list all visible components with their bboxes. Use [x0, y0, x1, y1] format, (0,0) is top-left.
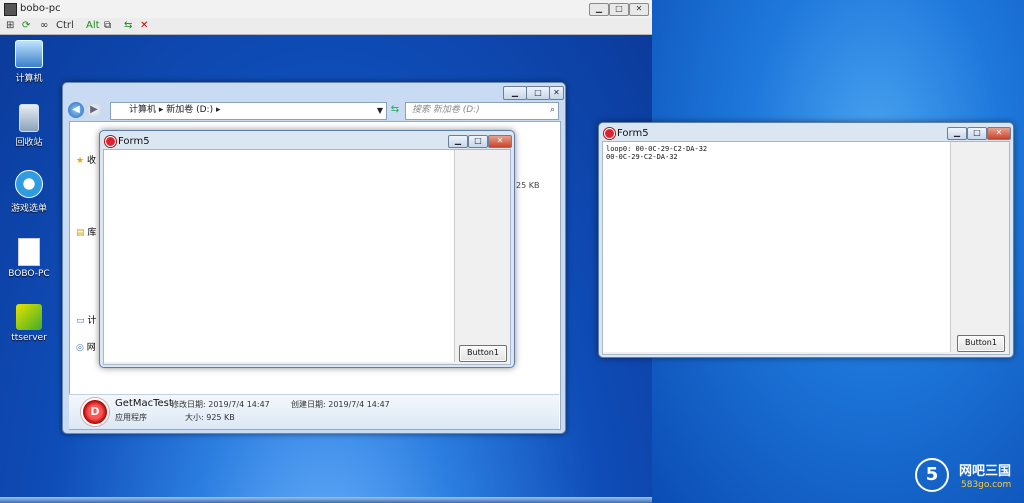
- address-dropdown-icon[interactable]: ▼: [377, 103, 383, 118]
- computer-icon: [15, 40, 43, 68]
- form-minimize-button[interactable]: ▁: [947, 127, 967, 140]
- desktop-icon-recycle-bin[interactable]: 回收站: [4, 104, 54, 148]
- disconnect-icon[interactable]: ✕: [140, 20, 148, 32]
- network-icon: ◎: [76, 343, 84, 353]
- fullscreen-icon[interactable]: ⊞: [6, 20, 14, 32]
- refresh-icon[interactable]: ⇆: [388, 102, 402, 118]
- recycle-bin-icon: [19, 104, 39, 132]
- desktop-icon-game-menu[interactable]: 游戏选单: [4, 170, 54, 214]
- address-bar[interactable]: 计算机 ▸ 新加卷 (D:) ▸ ▼: [110, 102, 387, 120]
- form5-window-remote: Form5 ▁ □ ✕ Button1: [99, 130, 515, 368]
- form-title: Form5: [617, 128, 649, 139]
- remote-toolbar: ⊞ ⟳ ∞ Ctrl Alt ⧉ ⇆ ✕: [0, 18, 652, 35]
- remote-window-title: bobo-pc: [20, 3, 61, 14]
- details-pane: D GetMacTest 修改日期: 2019/7/4 14:47 创建日期: …: [69, 394, 559, 429]
- explorer-maximize-button[interactable]: □: [526, 86, 550, 100]
- document-icon: [18, 238, 40, 266]
- modified-date: 修改日期: 2019/7/4 14:47: [171, 400, 270, 409]
- search-icon: ⌕: [549, 105, 555, 115]
- copy-icon[interactable]: ⧉: [104, 20, 111, 32]
- watermark-brand: 网吧三国: [959, 464, 1012, 479]
- explorer-minimize-button[interactable]: ▁: [503, 86, 527, 100]
- remote-close-button[interactable]: ✕: [629, 3, 649, 16]
- breadcrumb: 计算机 ▸ 新加卷 (D:) ▸: [129, 105, 221, 115]
- desktop-icon-label: 计算机: [15, 74, 43, 84]
- binoculars-icon[interactable]: ∞: [40, 20, 48, 32]
- search-placeholder: 搜索 新加卷 (D:): [412, 105, 480, 115]
- output-line: loop0: 00-0C-29-C2-DA-32: [606, 145, 708, 153]
- remote-titlebar: bobo-pc ▁ □ ✕: [0, 0, 652, 19]
- remote-taskbar: [0, 497, 652, 503]
- nav-libraries[interactable]: ▤ 库: [76, 225, 96, 238]
- watermark-logo-icon: 5: [915, 458, 949, 492]
- desktop-icon-label: 回收站: [15, 138, 43, 148]
- desktop-icon-ttserver[interactable]: ttserver: [4, 304, 54, 343]
- file-type: 应用程序: [115, 413, 147, 422]
- nav-network[interactable]: ◎ 网: [76, 340, 96, 353]
- desktop-icon-bobo-pc[interactable]: BOBO-PC: [4, 238, 54, 279]
- form-app-icon: [604, 128, 615, 139]
- desktop-icon-label: ttserver: [11, 333, 47, 343]
- desktop-icon-label: 游戏选单: [10, 204, 47, 214]
- form-client-area: loop0: 00-0C-29-C2-DA-32 00-0C-29-C2-DA-…: [602, 141, 1010, 355]
- form-title: Form5: [118, 136, 150, 147]
- explorer-close-button[interactable]: ✕: [549, 86, 564, 100]
- form-app-icon: [105, 136, 116, 147]
- app-icon: D: [81, 398, 109, 426]
- search-input[interactable]: 搜索 新加卷 (D:) ⌕: [405, 102, 559, 120]
- nav-favorites[interactable]: ★ 收: [76, 153, 96, 166]
- file-size-cell: 25 KB: [516, 181, 540, 190]
- button1[interactable]: Button1: [459, 345, 507, 362]
- output-textbox[interactable]: loop0: 00-0C-29-C2-DA-32 00-0C-29-C2-DA-…: [603, 142, 951, 352]
- form-maximize-button[interactable]: □: [468, 135, 488, 148]
- form-minimize-button[interactable]: ▁: [448, 135, 468, 148]
- form-close-button[interactable]: ✕: [488, 135, 512, 148]
- remote-minimize-button[interactable]: ▁: [589, 3, 609, 16]
- desktop-icon-computer[interactable]: 计算机: [4, 40, 54, 84]
- form-close-button[interactable]: ✕: [987, 127, 1011, 140]
- library-icon: ▤: [76, 228, 85, 238]
- created-date: 创建日期: 2019/7/4 14:47: [291, 400, 390, 409]
- remote-maximize-button[interactable]: □: [609, 3, 629, 16]
- transfer-icon[interactable]: ⇆: [124, 20, 132, 32]
- nav-computer[interactable]: ▭ 计: [76, 313, 96, 326]
- alt-key-button[interactable]: Alt: [86, 20, 100, 32]
- output-textbox[interactable]: [104, 150, 455, 362]
- remote-app-icon: [4, 3, 17, 16]
- output-line: 00-0C-29-C2-DA-32: [606, 153, 678, 161]
- watermark-site: 583go.com: [961, 480, 1012, 490]
- star-icon: ★: [76, 156, 85, 166]
- computer-icon: ▭: [76, 316, 85, 326]
- desktop-icon-label: BOBO-PC: [8, 269, 50, 279]
- form-client-area: Button1: [103, 149, 511, 365]
- forward-button[interactable]: ▶: [86, 102, 102, 118]
- button1[interactable]: Button1: [957, 335, 1005, 352]
- ctrl-key-button[interactable]: Ctrl: [56, 20, 74, 32]
- file-name: GetMacTest: [115, 398, 173, 409]
- file-size: 大小: 925 KB: [185, 413, 235, 422]
- server-icon: [16, 304, 42, 330]
- game-menu-icon: [15, 170, 43, 198]
- form-maximize-button[interactable]: □: [967, 127, 987, 140]
- refresh-icon[interactable]: ⟳: [22, 20, 30, 32]
- back-button[interactable]: ◀: [68, 102, 84, 118]
- form5-window-host: Form5 ▁ □ ✕ loop0: 00-0C-29-C2-DA-32 00-…: [598, 122, 1014, 358]
